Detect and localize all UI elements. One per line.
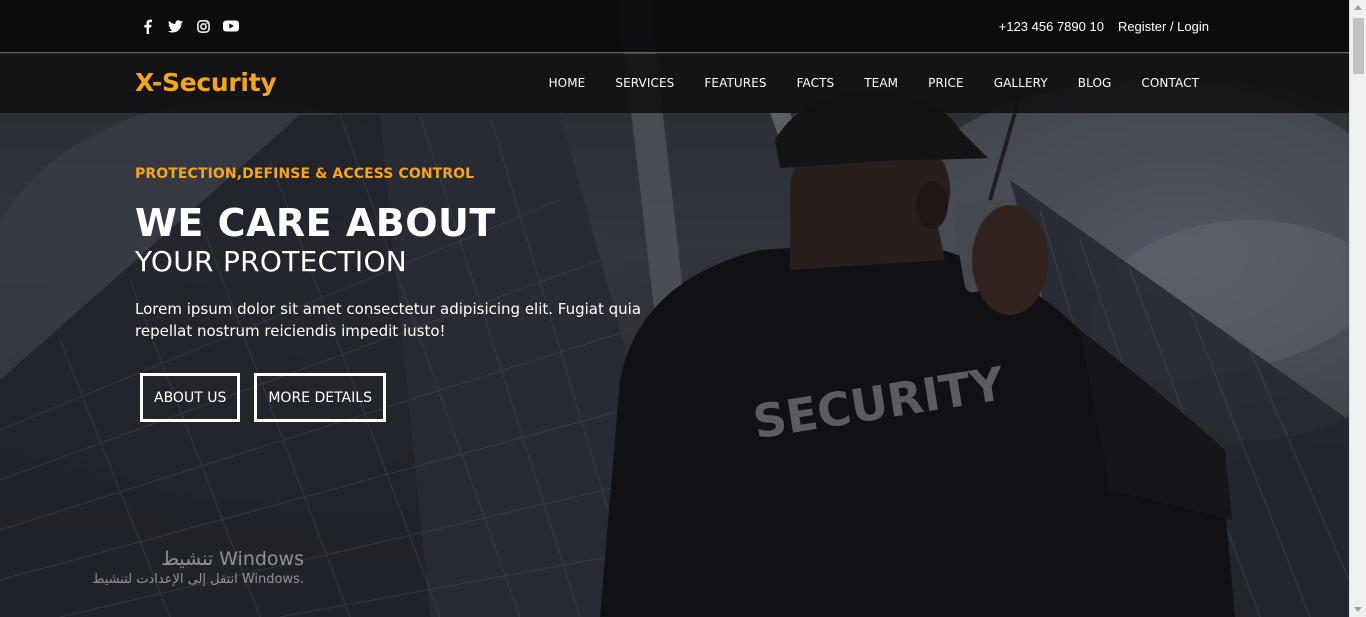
scroll-up-arrow-icon[interactable] — [1354, 5, 1362, 10]
nav-item-contact[interactable]: CONTACT — [1141, 76, 1199, 90]
instagram-icon[interactable] — [195, 18, 211, 34]
hero-headline: WE CARE ABOUT — [135, 201, 496, 245]
top-contact: +123 456 7890 10 Register / Login — [999, 19, 1209, 34]
scrollbar-thumb[interactable] — [1353, 18, 1364, 74]
social-links — [139, 18, 239, 34]
main-nav: X-Security HOME SERVICES FEATURES FACTS … — [0, 54, 1349, 113]
nav-item-home[interactable]: HOME — [549, 76, 586, 90]
nav-item-blog[interactable]: BLOG — [1078, 76, 1112, 90]
nav-item-team[interactable]: TEAM — [864, 76, 898, 90]
phone-number: +123 456 7890 10 — [998, 19, 1104, 34]
twitter-icon[interactable] — [167, 18, 183, 34]
nav-menu: HOME SERVICES FEATURES FACTS TEAM PRICE … — [549, 76, 1199, 90]
activation-subtitle: انتقل إلى الإعدادت لتنشيط Windows. — [92, 572, 304, 587]
hero-content: PROTECTION,DEFINSE & ACCESS CONTROL WE C… — [135, 166, 655, 422]
register-login-link[interactable]: Register / Login — [1118, 19, 1209, 34]
about-us-button[interactable]: ABOUT US — [140, 373, 241, 422]
facebook-icon[interactable] — [139, 18, 155, 34]
nav-item-services[interactable]: SERVICES — [615, 76, 674, 90]
more-details-button[interactable]: MORE DETAILS — [254, 373, 386, 422]
activation-title: تنشيط Windows — [161, 548, 304, 570]
windows-activation-watermark: تنشيط Windows انتقل إلى الإعدادت لتنشيط … — [66, 548, 304, 587]
nav-item-facts[interactable]: FACTS — [797, 76, 835, 90]
hero-lead-text: Lorem ipsum dolor sit amet consectetur a… — [135, 300, 642, 340]
top-bar: +123 456 7890 10 Register / Login — [0, 0, 1349, 53]
nav-item-features[interactable]: FEATURES — [704, 76, 766, 90]
page-scrollbar[interactable] — [1349, 0, 1366, 617]
site-logo[interactable]: X-Security — [135, 68, 277, 97]
hero-subheadline: YOUR PROTECTION — [135, 245, 408, 278]
nav-item-price[interactable]: PRICE — [928, 76, 964, 90]
hero-kicker: PROTECTION,DEFINSE & ACCESS CONTROL — [135, 166, 475, 182]
scroll-down-arrow-icon[interactable] — [1354, 607, 1362, 612]
youtube-icon[interactable] — [223, 18, 239, 34]
nav-item-gallery[interactable]: GALLERY — [994, 76, 1048, 90]
hero-buttons: ABOUT US MORE DETAILS — [140, 373, 655, 422]
